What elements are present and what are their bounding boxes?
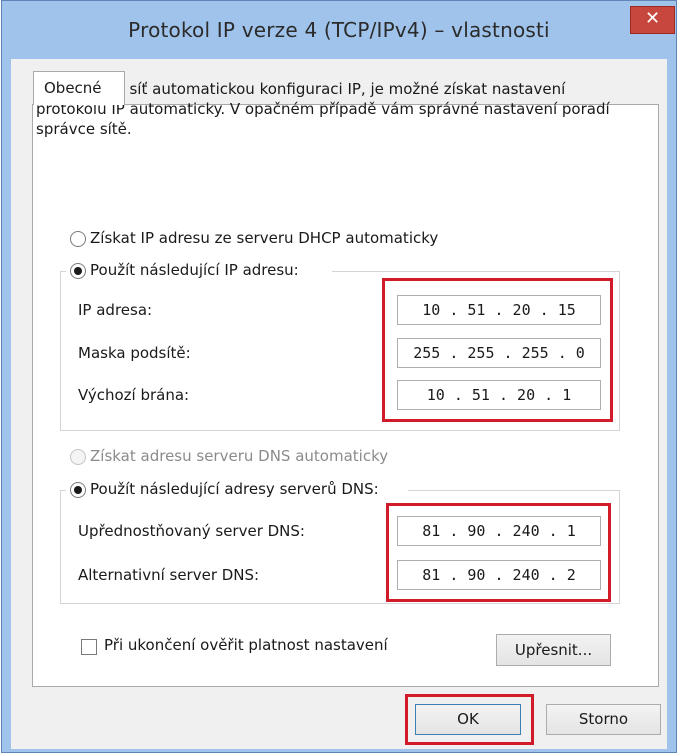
- advanced-button[interactable]: Upřesnit...: [496, 634, 611, 666]
- validate-settings-label[interactable]: Při ukončení ověřit platnost nastavení: [104, 636, 388, 654]
- radio-ip-manual[interactable]: [70, 263, 86, 279]
- radio-ip-auto-label[interactable]: Získat IP adresu ze serveru DHCP automat…: [90, 229, 438, 247]
- alternate-dns-label: Alternativní server DNS:: [78, 566, 260, 584]
- close-button[interactable]: ✕: [630, 6, 675, 34]
- dialog-window: Protokol IP verze 4 (TCP/IPv4) – vlastno…: [1, 0, 677, 753]
- radio-ip-auto[interactable]: [70, 231, 86, 247]
- validate-settings-checkbox[interactable]: [81, 639, 97, 655]
- close-icon: ✕: [644, 8, 661, 29]
- ip-address-label: IP adresa:: [78, 301, 153, 319]
- preferred-dns-input[interactable]: 81 . 90 . 240 . 1: [397, 516, 601, 546]
- radio-dns-auto-label[interactable]: Získat adresu serveru DNS automaticky: [90, 447, 388, 465]
- ok-button[interactable]: OK: [415, 704, 521, 735]
- subnet-mask-label: Maska podsítě:: [78, 344, 191, 362]
- preferred-dns-label: Upřednostňovaný server DNS:: [78, 522, 305, 540]
- ip-address-input[interactable]: 10 . 51 . 20 . 15: [397, 295, 601, 325]
- alternate-dns-input[interactable]: 81 . 90 . 240 . 2: [397, 560, 601, 590]
- radio-dns-manual[interactable]: [70, 482, 86, 498]
- default-gateway-input[interactable]: 10 . 51 . 20 . 1: [397, 380, 601, 410]
- default-gateway-label: Výchozí brána:: [78, 386, 190, 404]
- title-bar[interactable]: Protokol IP verze 4 (TCP/IPv4) – vlastno…: [2, 1, 676, 59]
- window-title: Protokol IP verze 4 (TCP/IPv4) – vlastno…: [128, 18, 550, 42]
- tab-general[interactable]: Obecné: [33, 71, 125, 105]
- radio-ip-manual-label[interactable]: Použít následující IP adresu:: [90, 261, 299, 279]
- cancel-button[interactable]: Storno: [546, 704, 661, 735]
- subnet-mask-input[interactable]: 255 . 255 . 255 . 0: [397, 338, 601, 368]
- radio-dns-manual-label[interactable]: Použít následující adresy serverů DNS:: [90, 480, 379, 498]
- radio-dns-auto[interactable]: [70, 449, 86, 465]
